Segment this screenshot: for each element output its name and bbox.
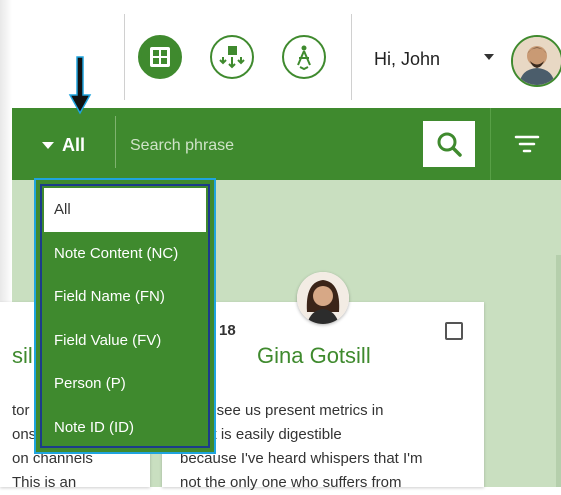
header-divider bbox=[124, 14, 125, 100]
menu-item-note-id[interactable]: Note ID (ID) bbox=[44, 406, 206, 450]
search-scope-label: All bbox=[62, 134, 86, 155]
workflow-button[interactable] bbox=[210, 35, 254, 79]
scrollbar-track[interactable] bbox=[556, 255, 561, 487]
menu-item-person[interactable]: Person (P) bbox=[44, 362, 206, 406]
menu-item-field-value[interactable]: Field Value (FV) bbox=[44, 319, 206, 363]
grid-layout-icon bbox=[150, 47, 170, 67]
chevron-down-icon[interactable] bbox=[484, 54, 494, 60]
down-arrow-indicator-icon bbox=[68, 56, 92, 115]
search-scope-menu-list: All Note Content (NC) Field Name (FN) Fi… bbox=[40, 184, 210, 448]
author-photo bbox=[297, 272, 349, 324]
filter-button[interactable] bbox=[490, 108, 561, 180]
compass-person-icon bbox=[297, 45, 311, 71]
note-card-author: Gina Gotsill bbox=[257, 343, 371, 368]
note-card-title: sil bbox=[12, 343, 33, 368]
search-divider bbox=[115, 116, 116, 168]
header-divider bbox=[351, 14, 352, 100]
compass-button[interactable] bbox=[282, 35, 326, 79]
note-author-avatar bbox=[297, 272, 349, 324]
grid-layout-button[interactable] bbox=[138, 35, 182, 79]
caret-down-icon bbox=[42, 141, 54, 149]
search-scope-dropdown[interactable]: All bbox=[42, 126, 85, 164]
workflow-arrows-icon bbox=[219, 46, 245, 69]
search-button[interactable] bbox=[423, 121, 475, 167]
note-card-body: ve to see us present metrics in y that i… bbox=[180, 402, 423, 491]
search-icon bbox=[437, 132, 462, 157]
search-scope-menu: All Note Content (NC) Field Name (FN) Fi… bbox=[34, 178, 216, 454]
user-greeting[interactable]: Hi, John bbox=[374, 49, 440, 70]
menu-item-all[interactable]: All bbox=[44, 188, 206, 232]
filter-lines-icon bbox=[514, 135, 539, 153]
search-input[interactable] bbox=[128, 128, 417, 164]
menu-item-note-content[interactable]: Note Content (NC) bbox=[44, 232, 206, 276]
avatar[interactable] bbox=[511, 35, 561, 87]
menu-item-field-name[interactable]: Field Name (FN) bbox=[44, 275, 206, 319]
note-card-date: 18 bbox=[219, 322, 236, 339]
user-avatar-photo bbox=[513, 37, 561, 85]
note-select-checkbox[interactable] bbox=[445, 322, 463, 340]
